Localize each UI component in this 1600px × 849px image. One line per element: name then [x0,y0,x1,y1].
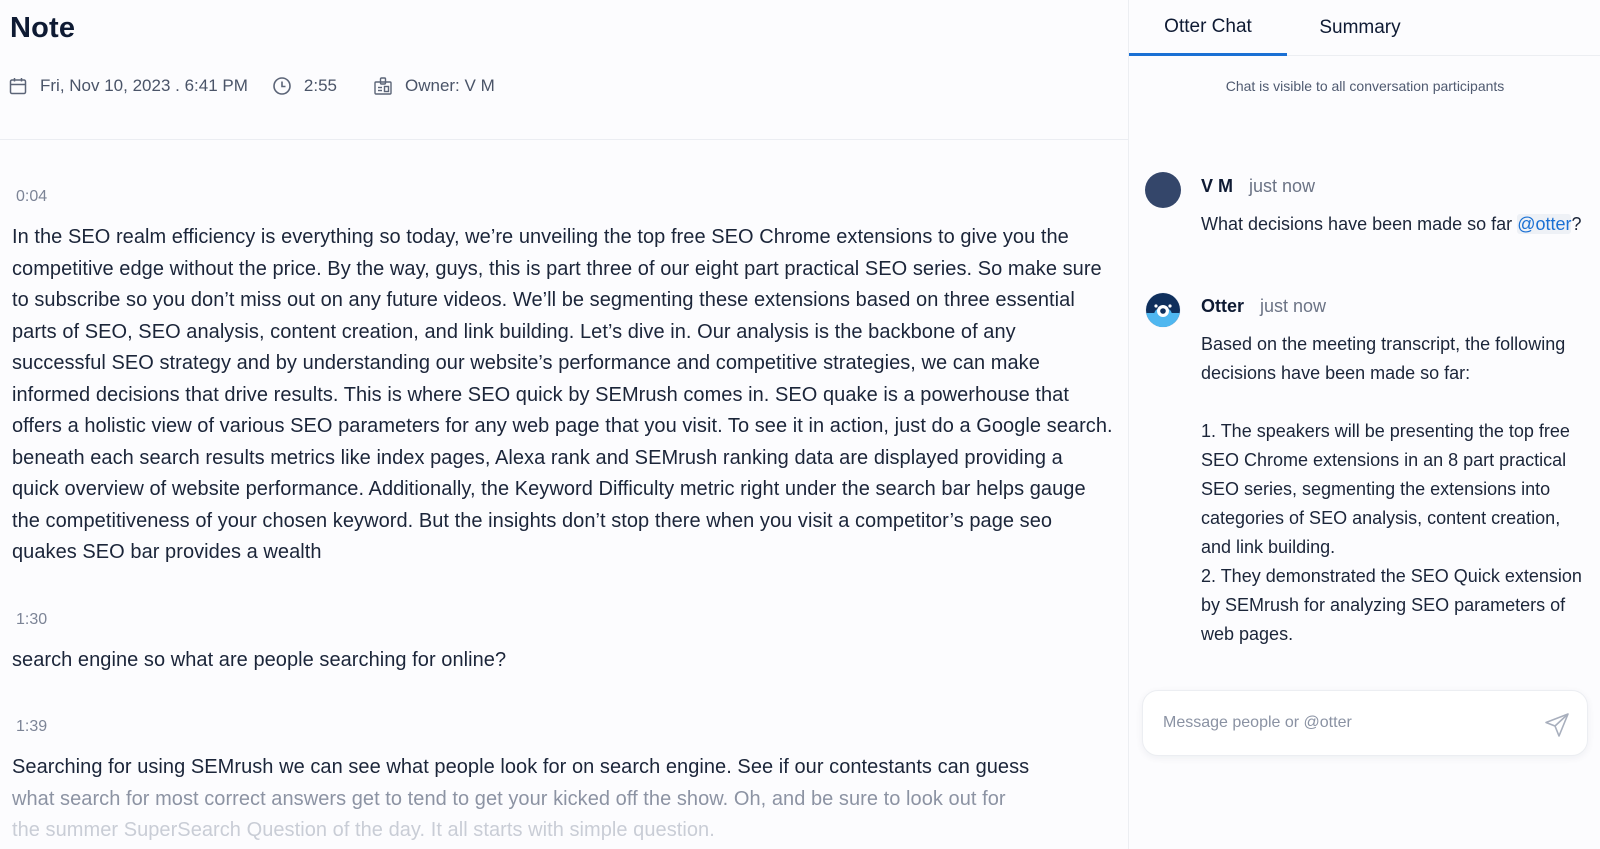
message-body: What decisions have been made so far @ot… [1201,210,1593,239]
message-intro: Based on the meeting transcript, the fol… [1201,334,1566,383]
transcript-segment: 1:30 search engine so what are people se… [0,609,1128,677]
message-author: Otter [1201,296,1245,316]
segment-timestamp[interactable]: 1:30 [16,609,1114,631]
segment-text: Searching for using SEMrush we can see w… [12,752,1114,847]
otter-avatar [1145,292,1181,328]
tab-otter-chat[interactable]: Otter Chat [1129,0,1287,56]
meta-owner-text: Owner: V M [404,76,495,95]
decision-item: 2. They demonstrated the SEO Quick exten… [1201,566,1582,644]
decision-item: 1. The speakers will be presenting the t… [1201,421,1570,557]
clock-icon [273,77,291,95]
transcript-segment: 1:39 Searching for using SEMrush we can … [0,716,1128,847]
visibility-notice: Chat is visible to all conversation part… [1225,78,1505,94]
chat-tabs: Otter Chat Summary [1129,0,1600,56]
mention-otter[interactable]: @otter [1517,214,1572,234]
otter-logo-icon [1145,292,1181,328]
message-header: Otter just now [1201,296,1326,317]
calendar-icon [9,78,27,95]
message-text-end: ? [1571,214,1582,234]
meta-duration: 2:55 [272,76,337,96]
chat-message: Otter just now Based on the meeting tran… [1145,292,1595,652]
segment-timestamp[interactable]: 1:39 [16,716,1114,738]
meta-date-text: Fri, Nov 10, 2023 . 6:41 PM [40,76,248,95]
meta-owner: Owner: V M [373,76,495,96]
chat-message: V M just now What decisions have been ma… [1145,172,1595,272]
segment-line: Searching for using SEMrush we can see w… [12,756,1030,778]
message-time: just now [1260,296,1327,316]
message-composer [1142,690,1588,756]
send-icon[interactable] [1543,711,1571,739]
note-header: Note Fri, Nov 10, 2023 . 6:41 PM 2:55 Ow… [0,0,1128,140]
message-header: V M just now [1201,176,1315,197]
note-meta: Fri, Nov 10, 2023 . 6:41 PM 2:55 Owner: … [8,76,495,96]
message-author: V M [1201,176,1234,196]
transcript-segment: 0:04 In the SEO realm efficiency is ever… [0,186,1128,569]
message-input[interactable] [1163,714,1533,732]
segment-timestamp[interactable]: 0:04 [16,186,1114,208]
note-panel: Note Fri, Nov 10, 2023 . 6:41 PM 2:55 Ow… [0,0,1128,849]
segment-text: search engine so what are people searchi… [12,648,507,671]
message-text: What decisions have been made so far [1201,214,1518,234]
page-title: Note [10,12,76,44]
avatar [1145,172,1181,208]
segment-line: what search for most correct answers get… [12,787,1006,810]
message-body: Based on the meeting transcript, the fol… [1201,330,1593,649]
transcript: 0:04 In the SEO realm efficiency is ever… [0,140,1128,849]
message-time: just now [1249,176,1316,196]
meta-date: Fri, Nov 10, 2023 . 6:41 PM [8,76,248,96]
meta-duration-text: 2:55 [303,76,337,95]
id-badge-icon [374,77,392,95]
segment-line: the summer SuperSearch Question of the d… [12,819,715,841]
segment-text: In the SEO realm efficiency is everythin… [12,226,1113,563]
tab-summary[interactable]: Summary [1287,0,1433,56]
